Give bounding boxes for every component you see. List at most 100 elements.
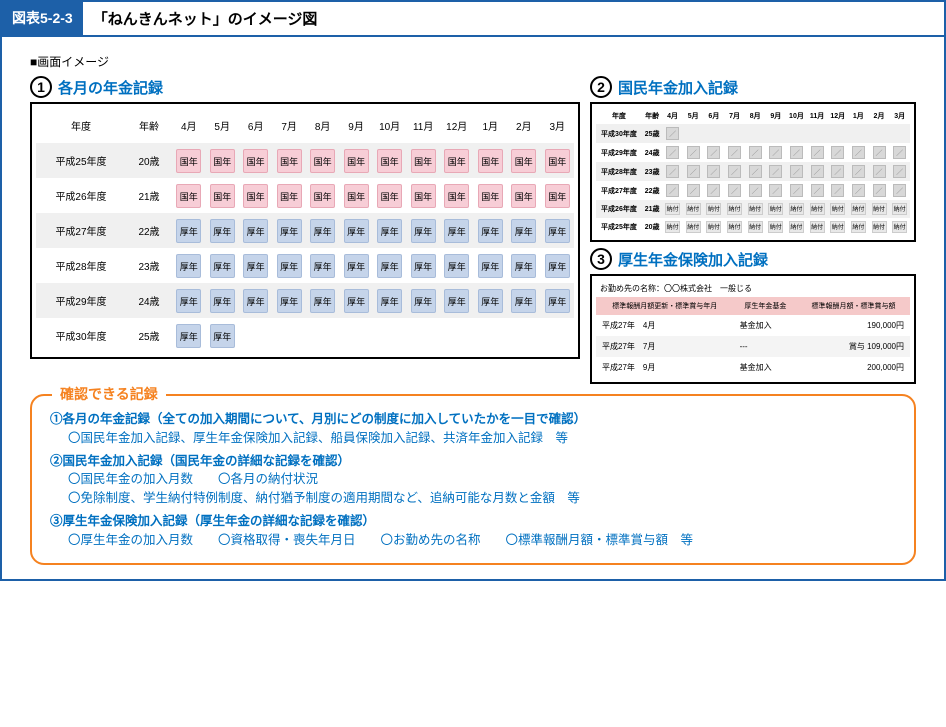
month-cell: 厚年 — [306, 283, 339, 318]
check-icon: ／ — [811, 165, 824, 178]
record-chip: 厚年 — [176, 219, 201, 243]
age-cell: 24歳 — [126, 283, 172, 318]
age-cell: 21歳 — [642, 200, 662, 218]
employer-name: お勤め先の名称：〇〇株式会社 一般じる — [596, 280, 910, 297]
record-chip: 国年 — [478, 184, 503, 208]
payment-chip: 納付 — [789, 221, 804, 233]
content-area: ■画面イメージ 1 各月の年金記録 年度年齢4月5月6月7月8月9月10月11月… — [2, 37, 944, 579]
record-chip: 国年 — [444, 184, 469, 208]
month-cell: 納付 — [827, 200, 848, 218]
month-cell: 厚年 — [172, 213, 205, 248]
fund-cell: 基金加入 — [734, 357, 798, 378]
section1-number: 1 — [30, 76, 52, 98]
month-cell: 厚年 — [406, 283, 439, 318]
record-chip: 厚年 — [377, 254, 402, 278]
record-chip: 厚年 — [511, 289, 536, 313]
month-cell: ／ — [662, 181, 683, 200]
date-cell: 平成27年 7月 — [596, 336, 734, 357]
record-chip: 国年 — [344, 149, 369, 173]
section2-title-text: 国民年金加入記録 — [618, 77, 738, 98]
year-cell: 平成30年度 — [596, 124, 642, 143]
check-icon: ／ — [831, 146, 844, 159]
section1-box: 年度年齢4月5月6月7月8月9月10月11月12月1月2月3月平成25年度20歳… — [30, 102, 580, 359]
record-chip: 厚年 — [344, 289, 369, 313]
record-chip: 厚年 — [411, 254, 436, 278]
col-header: 9月 — [765, 108, 786, 124]
month-cell: 納付 — [889, 200, 910, 218]
document-frame: 図表5-2-3 「ねんきんネット」のイメージ図 ■画面イメージ 1 各月の年金記… — [0, 0, 946, 581]
month-cell: 納付 — [745, 218, 766, 236]
month-cell — [440, 318, 474, 353]
age-cell: 25歳 — [126, 318, 172, 353]
month-cell: 厚年 — [339, 248, 372, 283]
col-header: 標準報酬月額更新・標準賞与年月 — [596, 297, 734, 315]
record-chip: 国年 — [478, 149, 503, 173]
month-cell: 国年 — [406, 178, 439, 213]
payment-chip: 納付 — [830, 203, 845, 215]
month-cell: 厚年 — [440, 213, 474, 248]
month-cell — [474, 318, 507, 353]
month-cell: 国年 — [306, 178, 339, 213]
month-cell: 国年 — [540, 143, 574, 178]
month-cell — [306, 318, 339, 353]
month-cell: 厚年 — [474, 283, 507, 318]
check-icon: ／ — [893, 146, 906, 159]
payment-chip: 納付 — [727, 203, 742, 215]
month-cell: 厚年 — [507, 213, 540, 248]
record-chip: 厚年 — [411, 289, 436, 313]
month-cell: ／ — [869, 181, 890, 200]
month-cell: 納付 — [724, 218, 745, 236]
month-cell: ／ — [807, 181, 828, 200]
month-cell: 国年 — [373, 143, 407, 178]
payment-chip: 納付 — [665, 203, 680, 215]
record-chip: 国年 — [344, 184, 369, 208]
month-cell: ／ — [724, 143, 745, 162]
section1-title-text: 各月の年金記録 — [58, 77, 163, 98]
payment-chip: 納付 — [768, 203, 783, 215]
section3-number: 3 — [590, 248, 612, 270]
record-chip: 国年 — [545, 149, 570, 173]
col-header: 年齢 — [642, 108, 662, 124]
col-header: 9月 — [339, 108, 372, 143]
record-chip: 国年 — [377, 149, 402, 173]
age-cell: 22歳 — [642, 181, 662, 200]
month-cell: ／ — [786, 162, 807, 181]
month-cell: 厚年 — [306, 213, 339, 248]
month-cell: 納付 — [745, 200, 766, 218]
year-cell: 平成28年度 — [596, 162, 642, 181]
record-chip: 厚年 — [377, 219, 402, 243]
check-icon: ／ — [790, 146, 803, 159]
record-chip: 厚年 — [444, 219, 469, 243]
month-cell: ／ — [889, 181, 910, 200]
month-cell — [540, 318, 574, 353]
year-cell: 平成26年度 — [596, 200, 642, 218]
month-cell — [704, 124, 725, 143]
month-cell: 厚年 — [540, 213, 574, 248]
age-cell: 20歳 — [126, 143, 172, 178]
amount-cell: 200,000円 — [797, 357, 910, 378]
check-icon: ／ — [707, 165, 720, 178]
month-cell: 納付 — [827, 218, 848, 236]
record-chip: 厚年 — [478, 219, 503, 243]
month-cell: ／ — [786, 181, 807, 200]
record-heading: ②国民年金加入記録（国民年金の詳細な記録を確認） — [50, 454, 350, 468]
record-chip: 国年 — [310, 184, 335, 208]
month-cell: 厚年 — [272, 283, 305, 318]
payment-chip: 納付 — [851, 203, 866, 215]
col-header: 3月 — [889, 108, 910, 124]
section2-box: 年度年齢4月5月6月7月8月9月10月11月12月1月2月3月平成30年度25歳… — [590, 102, 916, 242]
col-header: 11月 — [406, 108, 439, 143]
col-header: 4月 — [662, 108, 683, 124]
col-header: 2月 — [869, 108, 890, 124]
age-cell: 25歳 — [642, 124, 662, 143]
month-cell: ／ — [869, 143, 890, 162]
record-chip: 厚年 — [478, 254, 503, 278]
check-icon: ／ — [707, 146, 720, 159]
check-icon: ／ — [749, 146, 762, 159]
month-cell: ／ — [662, 143, 683, 162]
records-label: 確認できる記録 — [52, 384, 166, 404]
month-cell: ／ — [765, 143, 786, 162]
year-cell: 平成27年度 — [36, 213, 126, 248]
col-header: 1月 — [474, 108, 507, 143]
amount-cell: 賞与 109,000円 — [797, 336, 910, 357]
